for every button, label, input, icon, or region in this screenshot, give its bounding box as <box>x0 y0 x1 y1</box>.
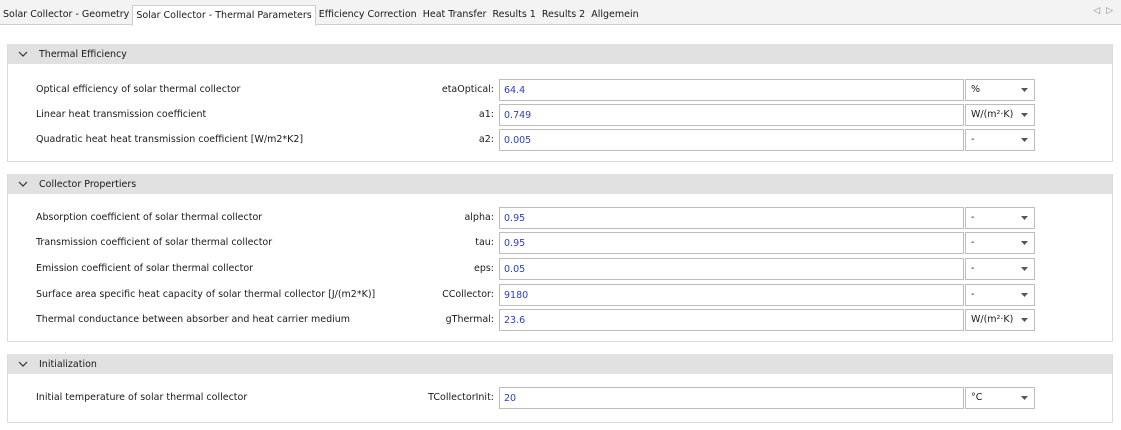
param-row-eps: Emission coefficient of solar thermal co… <box>8 258 1112 280</box>
unit-value: W/(m²·K) <box>971 109 1014 120</box>
tau-unit-select[interactable]: - <box>965 232 1035 254</box>
tab-allgemein[interactable]: Allgemein <box>588 5 641 25</box>
dropdown-arrow-icon <box>1021 113 1028 117</box>
chevron-down-icon <box>18 361 28 367</box>
unit-value: W/(m²·K) <box>971 314 1014 325</box>
param-label: Emission coefficient of solar thermal co… <box>36 263 254 274</box>
param-variable: a2: <box>478 134 494 145</box>
tab-scroll-right-icon[interactable]: ▷ <box>1106 6 1113 16</box>
param-label: Optical efficiency of solar thermal coll… <box>36 84 241 95</box>
ccollector-input[interactable] <box>499 284 964 306</box>
param-row-ccollector: Surface area specific heat capacity of s… <box>8 284 1112 306</box>
unit-value: - <box>971 263 975 274</box>
etaoptical-input[interactable] <box>499 79 964 101</box>
param-row-tcollectorinit: Initial temperature of solar thermal col… <box>8 387 1112 409</box>
tcollectorinit-input[interactable] <box>499 387 964 409</box>
gthermal-input[interactable] <box>499 309 964 331</box>
tab-efficiency-correction[interactable]: Efficiency Correction <box>316 5 420 25</box>
dropdown-arrow-icon <box>1021 138 1028 142</box>
section-header-initialization[interactable]: Initialization <box>8 354 1112 374</box>
param-row-a1: Linear heat transmission coefficient a1:… <box>8 104 1112 126</box>
etaoptical-unit-select[interactable]: % <box>965 79 1035 101</box>
dropdown-arrow-icon <box>1021 267 1028 271</box>
param-label: Quadratic heat heat transmission coeffic… <box>36 134 304 145</box>
eps-input[interactable] <box>499 258 964 280</box>
section-header-collector-properties[interactable]: Collector Propertiers <box>8 174 1112 194</box>
param-label: Initial temperature of solar thermal col… <box>36 392 248 403</box>
tab-scroll-controls: ◁ ▷ <box>1093 6 1113 16</box>
param-row-a2: Quadratic heat heat transmission coeffic… <box>8 129 1112 151</box>
dropdown-arrow-icon <box>1021 216 1028 220</box>
param-variable: CCollector: <box>442 289 494 300</box>
tab-scroll-left-icon[interactable]: ◁ <box>1093 6 1100 16</box>
dropdown-arrow-icon <box>1021 318 1028 322</box>
param-variable: gThermal: <box>445 314 494 325</box>
section-title: Collector Propertiers <box>39 178 137 190</box>
section-header-thermal-efficiency[interactable]: Thermal Efficiency <box>8 44 1112 64</box>
param-variable: eps: <box>473 263 494 274</box>
param-label: Thermal conductance between absorber and… <box>36 314 351 325</box>
gthermal-unit-select[interactable]: W/(m²·K) <box>965 309 1035 331</box>
dropdown-arrow-icon <box>1021 88 1028 92</box>
unit-value: - <box>971 134 975 145</box>
param-label: Absorption coefficient of solar thermal … <box>36 212 263 223</box>
unit-value: - <box>971 237 975 248</box>
param-variable: a1: <box>478 109 494 120</box>
tau-input[interactable] <box>499 232 964 254</box>
dropdown-arrow-icon <box>1021 241 1028 245</box>
unit-value: - <box>971 289 975 300</box>
section-title: Thermal Efficiency <box>39 48 127 60</box>
tab-heat-transfer[interactable]: Heat Transfer <box>420 5 490 25</box>
eps-unit-select[interactable]: - <box>965 258 1035 280</box>
tab-results-2[interactable]: Results 2 <box>539 5 588 25</box>
param-variable: alpha: <box>464 212 494 223</box>
param-row-alpha: Absorption coefficient of solar thermal … <box>8 207 1112 229</box>
dropdown-arrow-icon <box>1021 293 1028 297</box>
param-variable: tau: <box>475 237 494 248</box>
alpha-unit-select[interactable]: - <box>965 207 1035 229</box>
a1-unit-select[interactable]: W/(m²·K) <box>965 104 1035 126</box>
param-row-tau: Transmission coefficient of solar therma… <box>8 232 1112 254</box>
section-collector-properties: Collector Propertiers Absorption coeffic… <box>7 174 1113 342</box>
tab-geometry[interactable]: Solar Collector - Geometry <box>0 5 132 25</box>
param-row-gthermal: Thermal conductance between absorber and… <box>8 309 1112 331</box>
a1-input[interactable] <box>499 104 964 126</box>
section-title: Initialization <box>39 358 97 370</box>
unit-value: % <box>971 84 981 95</box>
a2-unit-select[interactable]: - <box>965 129 1035 151</box>
section-initialization: Initialization Initial temperature of so… <box>7 354 1113 423</box>
param-variable: etaOptical: <box>441 84 494 95</box>
param-label: Transmission coefficient of solar therma… <box>36 237 273 248</box>
param-row-etaoptical: Optical efficiency of solar thermal coll… <box>8 79 1112 101</box>
chevron-down-icon <box>18 51 28 57</box>
param-variable: TCollectorInit: <box>428 392 494 403</box>
param-label: Surface area specific heat capacity of s… <box>36 289 376 300</box>
section-thermal-efficiency: Thermal Efficiency Optical efficiency of… <box>7 44 1113 162</box>
chevron-down-icon <box>18 181 28 187</box>
alpha-input[interactable] <box>499 207 964 229</box>
dropdown-arrow-icon <box>1021 396 1028 400</box>
tab-bar: Solar Collector - Geometry Solar Collect… <box>0 0 1121 26</box>
tab-results-1[interactable]: Results 1 <box>489 5 538 25</box>
unit-value: °C <box>971 392 983 403</box>
param-label: Linear heat transmission coefficient <box>36 109 207 120</box>
unit-value: - <box>971 212 975 223</box>
a2-input[interactable] <box>499 129 964 151</box>
ccollector-unit-select[interactable]: - <box>965 284 1035 306</box>
tcollectorinit-unit-select[interactable]: °C <box>965 387 1035 409</box>
tab-thermal-parameters[interactable]: Solar Collector - Thermal Parameters <box>132 5 316 26</box>
tab-list: Solar Collector - Geometry Solar Collect… <box>0 4 642 26</box>
